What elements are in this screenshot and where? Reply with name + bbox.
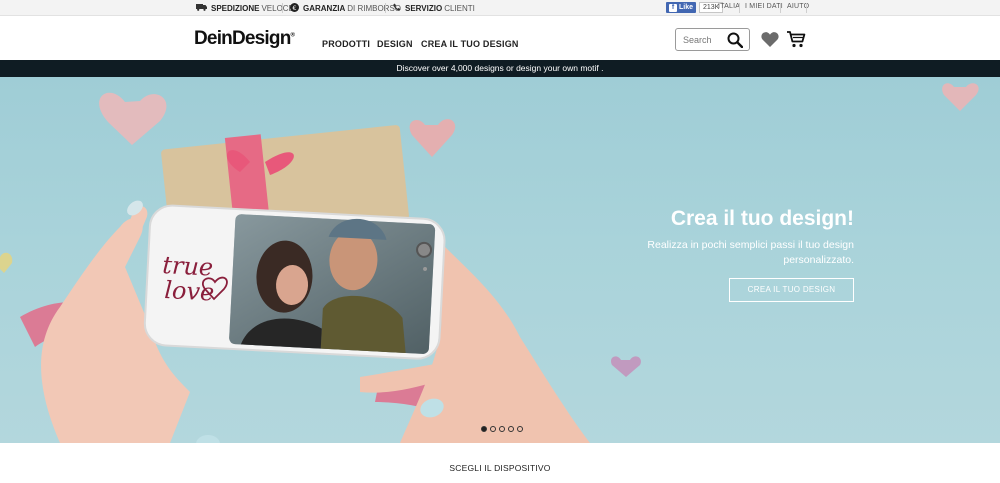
nav-products[interactable]: PRODOTTI bbox=[322, 39, 370, 49]
phone-icon bbox=[393, 3, 401, 13]
slider-dot[interactable] bbox=[499, 426, 505, 432]
hero-banner[interactable]: true love Crea il tuo design! Realizza i… bbox=[0, 77, 1000, 443]
search-icon[interactable] bbox=[727, 32, 744, 49]
slider-dot[interactable] bbox=[490, 426, 496, 432]
divider bbox=[780, 3, 781, 13]
top-utility-bar: SPEDIZIONE VELOCE € GARANZIA DI RIMBORSO S… bbox=[0, 0, 1000, 16]
nav-design[interactable]: DESIGN bbox=[377, 39, 413, 49]
usp-shipping: SPEDIZIONE VELOCE bbox=[196, 2, 294, 14]
divider bbox=[739, 3, 740, 13]
my-data-link[interactable]: I MIEI DATI bbox=[745, 3, 783, 10]
promo-bar: Discover over 4,000 designs or design yo… bbox=[0, 60, 1000, 77]
divider bbox=[806, 3, 807, 13]
nav-create-design[interactable]: CREA IL TUO DESIGN bbox=[421, 39, 519, 49]
slider-pagination bbox=[481, 426, 523, 432]
hero-subtitle: Realizza in pochi semplici passi il tuo … bbox=[647, 239, 854, 266]
country-link[interactable]: ITALIA bbox=[718, 3, 740, 10]
facebook-like-widget[interactable]: f Like 213K bbox=[666, 2, 724, 13]
hero-title: Crea il tuo design! bbox=[670, 207, 854, 230]
slider-dot[interactable] bbox=[508, 426, 514, 432]
search-box[interactable] bbox=[675, 28, 750, 51]
facebook-like-button[interactable]: f Like bbox=[666, 2, 697, 13]
slider-dot[interactable] bbox=[517, 426, 523, 432]
facebook-icon: f bbox=[669, 3, 677, 12]
section-title: SCEGLI IL DISPOSITIVO bbox=[449, 463, 551, 473]
site-logo[interactable]: DeinDesign® bbox=[194, 28, 295, 50]
slider-dot[interactable] bbox=[481, 426, 487, 432]
svg-text:€: € bbox=[292, 4, 296, 12]
wishlist-heart-icon[interactable] bbox=[761, 31, 779, 48]
search-input[interactable] bbox=[683, 34, 727, 46]
divider bbox=[385, 3, 386, 13]
site-header: DeinDesign® PRODOTTI DESIGN CREA IL TUO … bbox=[0, 17, 1000, 60]
truck-icon bbox=[196, 3, 207, 13]
shopping-cart-icon[interactable] bbox=[786, 30, 806, 49]
divider bbox=[282, 3, 283, 13]
create-design-button[interactable]: CREA IL TUO DESIGN bbox=[729, 278, 854, 302]
usp-service: SERVIZIO CLIENTI bbox=[393, 2, 475, 14]
euro-icon: € bbox=[290, 2, 299, 14]
